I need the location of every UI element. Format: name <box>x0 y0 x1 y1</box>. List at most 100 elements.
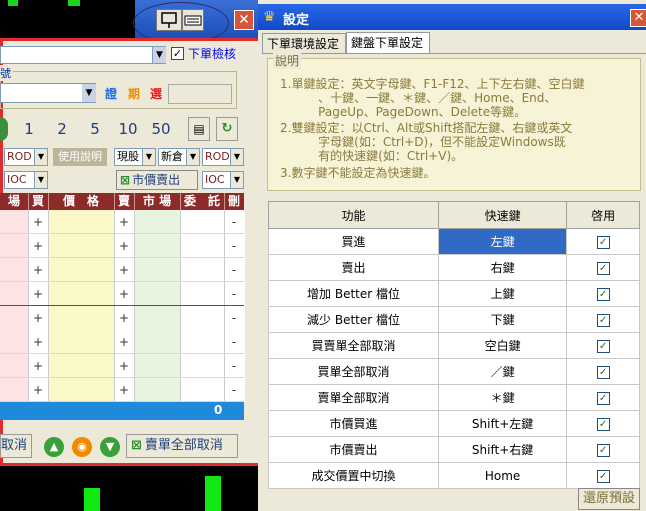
hotkey-key[interactable]: 右鍵 <box>438 254 568 281</box>
hotkey-key[interactable]: 下鍵 <box>438 306 568 333</box>
grid-cell-del[interactable]: - <box>227 239 241 253</box>
col-header-delete: 刪 <box>227 194 240 208</box>
hotkey-row[interactable]: 賣單全部取消 ＊鍵 ✓ <box>267 384 640 411</box>
enabled-checkbox[interactable]: ✓ <box>596 236 610 249</box>
excel-icon: ⊠ <box>131 438 142 453</box>
qty-button-50[interactable]: 50 <box>146 117 176 141</box>
grid-cell-buy[interactable]: + <box>31 239 45 253</box>
enabled-checkbox[interactable]: ✓ <box>596 470 610 483</box>
position-select[interactable]: 新倉 ▼ <box>158 148 200 166</box>
grid-cell-sell[interactable]: + <box>117 215 131 229</box>
hotkey-row[interactable]: 買進 左鍵 ✓ <box>267 228 640 255</box>
order-type-select[interactable]: ROD ▼ <box>4 148 48 166</box>
hotkey-function: 增加 Better 檔位 <box>267 280 440 307</box>
hotkey-key[interactable]: ＊鍵 <box>438 384 568 411</box>
qty-button-1[interactable]: 1 <box>14 117 44 141</box>
ioc-select-right[interactable]: IOC ▼ <box>202 171 244 189</box>
clipboard-icon[interactable]: ▤ <box>188 117 210 141</box>
chevron-down-icon: ▼ <box>142 149 155 165</box>
hotkey-key[interactable]: 空白鍵 <box>438 332 568 359</box>
hotkey-row[interactable]: 成交價置中切換 Home ✓ <box>267 462 640 489</box>
refresh-icon[interactable]: ↻ <box>216 117 238 141</box>
grid-cell-del[interactable]: - <box>227 359 241 373</box>
hotkey-key[interactable]: 左鍵 <box>438 228 568 255</box>
volume-bar <box>8 0 18 6</box>
qty-button-10[interactable]: 10 <box>113 117 143 141</box>
grid-cell-del[interactable]: - <box>227 335 241 349</box>
layout-toggle-icon[interactable] <box>156 9 182 31</box>
enabled-checkbox[interactable]: ✓ <box>596 340 610 353</box>
help-button[interactable]: 使用說明 <box>53 148 107 166</box>
hotkey-key[interactable]: 上鍵 <box>438 280 568 307</box>
close-icon[interactable]: ✕ <box>630 9 646 27</box>
cancel-button[interactable]: 取消 <box>0 434 32 458</box>
hotkey-row[interactable]: 市價賣出 Shift+右鍵 ✓ <box>267 436 640 463</box>
hotkey-row[interactable]: 買單全部取消 ／鍵 ✓ <box>267 358 640 385</box>
grid-cell-sell[interactable]: + <box>117 383 131 397</box>
hotkey-key[interactable]: Shift+右鍵 <box>438 436 568 463</box>
restore-defaults-button[interactable]: 還原預設 <box>578 488 640 510</box>
grid-cell-del[interactable]: - <box>227 263 241 277</box>
market-tab-futures[interactable]: 期 <box>125 85 143 103</box>
trade-type-select[interactable]: 現股 ▼ <box>114 148 156 166</box>
hotkey-row[interactable]: 買賣單全部取消 空白鍵 ✓ <box>267 332 640 359</box>
enabled-checkbox[interactable]: ✓ <box>596 262 610 275</box>
grid-cell-buy[interactable]: + <box>31 359 45 373</box>
chevron-down-icon[interactable]: ▼ <box>152 47 166 63</box>
grid-cell-buy[interactable]: + <box>31 287 45 301</box>
grid-cell-buy[interactable]: + <box>31 335 45 349</box>
hotkey-function: 市價買進 <box>267 410 440 437</box>
grid-cell-sell[interactable]: + <box>117 311 131 325</box>
review-checkbox[interactable]: ✓ <box>171 47 184 60</box>
product-combobox[interactable] <box>0 46 166 64</box>
hotkey-row[interactable]: 市價買進 Shift+左鍵 ✓ <box>267 410 640 437</box>
chevron-down-icon[interactable]: ▼ <box>82 84 96 102</box>
hotkey-function: 賣單全部取消 <box>267 384 440 411</box>
grid-cell-sell[interactable]: + <box>117 287 131 301</box>
hotkey-key[interactable]: ／鍵 <box>438 358 568 385</box>
tab-keyboard-order[interactable]: 鍵盤下單設定 <box>346 32 430 54</box>
grid-cell-del[interactable]: - <box>227 311 241 325</box>
ioc-select[interactable]: IOC ▼ <box>4 171 48 189</box>
chart-area-top <box>0 0 135 38</box>
enabled-checkbox[interactable]: ✓ <box>596 314 610 327</box>
hotkey-row[interactable]: 減少 Better 檔位 下鍵 ✓ <box>267 306 640 333</box>
enabled-checkbox[interactable]: ✓ <box>596 288 610 301</box>
hotkey-table: 功能 快速鍵 啓用 買進 左鍵 ✓ 賣出 右鍵 ✓ 增加 Better 檔位 上鍵 ✓ 減少 Be… <box>267 201 640 489</box>
enabled-checkbox[interactable]: ✓ <box>596 418 610 431</box>
close-icon[interactable]: ✕ <box>234 10 254 30</box>
hotkey-key[interactable]: Home <box>438 462 568 489</box>
center-icon[interactable]: ◉ <box>72 437 92 457</box>
market-tab-options[interactable]: 選 <box>147 85 165 103</box>
volume-bar <box>205 476 221 511</box>
grid-cell-buy[interactable]: + <box>31 215 45 229</box>
grid-cell-sell[interactable]: + <box>117 263 131 277</box>
market-tab-stock[interactable]: 證 <box>102 85 120 103</box>
grid-cell-buy[interactable]: + <box>31 311 45 325</box>
qty-button-2[interactable]: 2 <box>47 117 77 141</box>
tab-order-env[interactable]: 下單環境設定 <box>262 33 346 53</box>
grid-cell-del[interactable]: - <box>227 287 241 301</box>
enabled-checkbox[interactable]: ✓ <box>596 366 610 379</box>
enabled-checkbox[interactable]: ✓ <box>596 392 610 405</box>
keyboard-icon[interactable] <box>182 9 204 31</box>
arrow-up-icon[interactable]: ▲ <box>44 437 64 457</box>
cancel-all-sell-button[interactable]: ⊠ 賣單全部取消 <box>126 434 238 458</box>
grid-cell-sell[interactable]: + <box>117 239 131 253</box>
grid-cell-buy[interactable]: + <box>31 383 45 397</box>
hotkey-row[interactable]: 增加 Better 檔位 上鍵 ✓ <box>267 280 640 307</box>
grid-cell-sell[interactable]: + <box>117 359 131 373</box>
note-legend: 說明 <box>273 52 302 69</box>
hotkey-enabled-cell: ✓ <box>566 436 640 463</box>
arrow-down-icon[interactable]: ▼ <box>100 437 120 457</box>
grid-cell-del[interactable]: - <box>227 215 241 229</box>
grid-cell-sell[interactable]: + <box>117 335 131 349</box>
enabled-checkbox[interactable]: ✓ <box>596 444 610 457</box>
hotkey-row[interactable]: 賣出 右鍵 ✓ <box>267 254 640 281</box>
grid-cell-del[interactable]: - <box>227 383 241 397</box>
market-sell-button[interactable]: ⊠ 市價賣出 <box>116 170 198 190</box>
qty-button-5[interactable]: 5 <box>80 117 110 141</box>
grid-cell-buy[interactable]: + <box>31 263 45 277</box>
hotkey-key[interactable]: Shift+左鍵 <box>438 410 568 437</box>
order-type-select-right[interactable]: ROD ▼ <box>202 148 244 166</box>
